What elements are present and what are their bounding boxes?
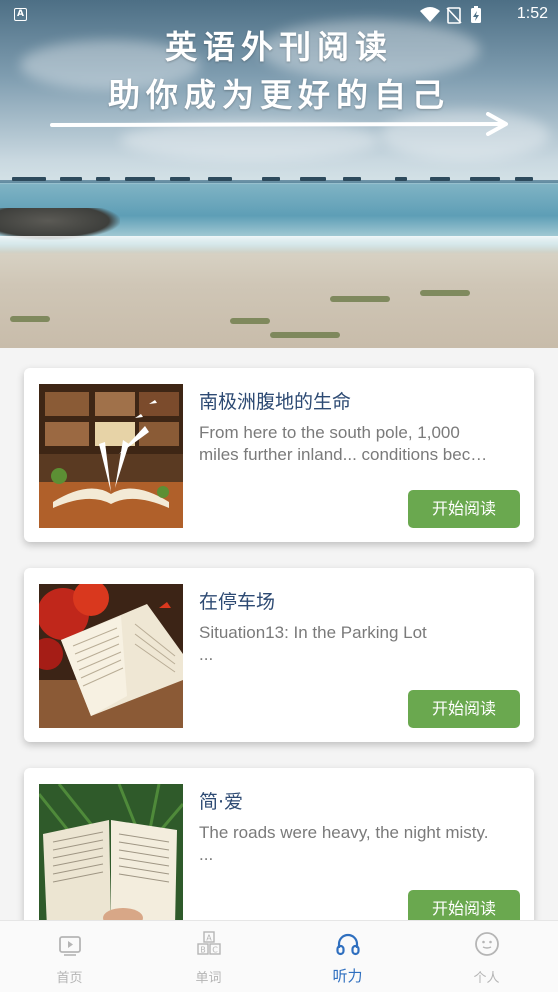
smiley-icon — [474, 932, 499, 956]
article-thumbnail — [39, 784, 183, 928]
article-thumbnail — [39, 584, 183, 728]
article-description: The roads were heavy, the night misty. .… — [199, 822, 517, 866]
article-card[interactable]: 南极洲腹地的生命 From here to the south pole, 1,… — [24, 368, 534, 542]
wifi-icon — [420, 7, 440, 22]
nav-label: 个人 — [473, 971, 500, 986]
article-description: Situation13: In the Parking Lot ... — [199, 622, 517, 666]
arrow-right-icon — [50, 112, 508, 136]
article-title: 南极洲腹地的生命 — [199, 391, 352, 413]
nav-item-listening[interactable]: 听力 — [278, 921, 417, 992]
article-description-line: ... — [199, 645, 214, 664]
start-reading-button[interactable]: 开始阅读 — [408, 690, 520, 728]
article-description-line: The roads were heavy, the night misty. — [199, 823, 489, 842]
nav-item-home[interactable]: 首页 — [0, 921, 139, 992]
article-title: 在停车场 — [199, 591, 276, 613]
article-card[interactable]: 在停车场 Situation13: In the Parking Lot ...… — [24, 568, 534, 742]
article-description-line: miles further inland... conditions bec… — [199, 445, 488, 464]
nav-label: 首页 — [56, 971, 83, 986]
article-title: 简·爱 — [199, 791, 244, 813]
svg-text:B: B — [200, 946, 206, 955]
svg-text:C: C — [212, 946, 218, 955]
nav-item-words[interactable]: A B C 单词 — [139, 921, 278, 992]
notification-a-icon: A — [14, 8, 27, 21]
clock: 1:52 — [516, 5, 548, 22]
nav-item-profile[interactable]: 个人 — [417, 921, 556, 992]
svg-text:A: A — [206, 934, 212, 943]
status-bar: A 1:52 — [0, 0, 558, 30]
status-icons — [420, 6, 481, 24]
article-description-line: ... — [199, 845, 214, 864]
headphones-icon — [335, 933, 360, 956]
article-card[interactable]: 简·爱 The roads were heavy, the night mist… — [24, 768, 534, 942]
article-description: From here to the south pole, 1,000 miles… — [199, 422, 517, 466]
video-icon — [58, 936, 81, 956]
hero-banner: 英语外刊阅读 助你成为更好的自己 — [0, 0, 558, 348]
bottom-navigation: 首页 A B C 单词 听力 个人 — [0, 920, 558, 992]
hero-subtitle: 助你成为更好的自己 — [107, 76, 450, 114]
nav-label: 听力 — [332, 967, 363, 985]
article-thumbnail — [39, 384, 183, 528]
start-reading-button[interactable]: 开始阅读 — [408, 490, 520, 528]
nav-label: 单词 — [195, 971, 222, 986]
article-description-line: Situation13: In the Parking Lot — [199, 623, 427, 642]
abc-blocks-icon: A B C — [196, 931, 221, 955]
article-description-line: From here to the south pole, 1,000 — [199, 423, 460, 442]
